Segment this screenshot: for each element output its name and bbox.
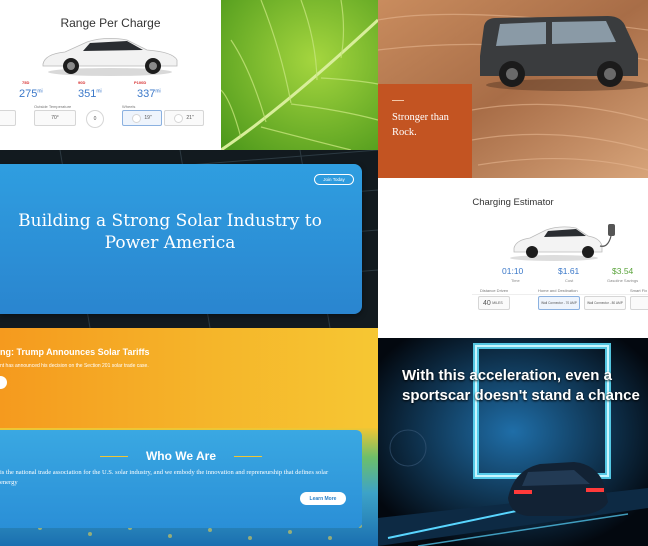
- model-90d-label: 90D: [78, 80, 86, 85]
- distance-input[interactable]: 40 MILES: [478, 296, 510, 310]
- connector-option-70[interactable]: Wall Connector - 70 AMP: [538, 296, 580, 310]
- white-sedan-image: [42, 38, 178, 76]
- home-destination-label: Home and Destination: [538, 288, 578, 293]
- carousel-dot[interactable]: [0, 376, 7, 389]
- wheels-label: Wheels: [122, 104, 136, 109]
- cost-label: Cost: [565, 278, 574, 283]
- model-p100d-label: P100D: [134, 80, 147, 85]
- learn-more-button[interactable]: Learn More: [300, 492, 346, 505]
- wheel-21-option[interactable]: 21": [164, 110, 204, 126]
- tagline-rule: [392, 100, 404, 101]
- tariff-subtext: nt has announced his decision on the Sec…: [0, 363, 149, 369]
- temperature-label: Outside Temperature: [34, 104, 72, 109]
- savings-label: Gasoline Savings: [607, 278, 639, 283]
- title-rule-right: [234, 456, 262, 457]
- divider: [472, 294, 648, 295]
- hero-headline: Building a Strong Solar Industry to Powe…: [18, 211, 322, 253]
- time-value: 01:10: [502, 266, 524, 276]
- wheel-19-option[interactable]: 19": [122, 110, 162, 126]
- distance-label: Distance Driven: [480, 288, 509, 293]
- wheel-icon: [174, 113, 184, 123]
- green-leaf-image: [221, 0, 378, 150]
- tagline-text: Stronger than Rock.: [392, 112, 449, 138]
- range-value-75d: 275mi: [19, 88, 43, 100]
- wheel-icon: [132, 113, 142, 123]
- acceleration-headline: With this acceleration, even a sportscar…: [402, 367, 640, 404]
- smart-fix-label: Smart Fix: [630, 288, 648, 293]
- range-title: Range Per Charge: [60, 16, 161, 30]
- speed-stepper[interactable]: [0, 110, 16, 126]
- who-we-are-card: Who We Are is the national trade associa…: [0, 430, 362, 528]
- join-today-button[interactable]: Join Today: [314, 174, 354, 185]
- suv-desert-panel: Stronger than Rock.: [378, 0, 648, 178]
- smart-fix-option[interactable]: [630, 296, 648, 310]
- tagline-box: Stronger than Rock.: [378, 84, 472, 178]
- time-label: Time: [511, 278, 520, 283]
- who-we-are-title: Who We Are: [145, 449, 216, 463]
- cost-value: $1.61: [558, 266, 580, 276]
- who-we-are-body: is the national trade association for th…: [0, 469, 329, 486]
- tariff-news-banner: ng: Trump Announces Solar Tariffs nt has…: [0, 328, 378, 428]
- range-per-charge-panel: Range Per Charge 75D 90D P100D 275mi 351…: [0, 0, 221, 150]
- climate-toggle[interactable]: 0: [86, 110, 104, 128]
- temperature-stepper[interactable]: 70°: [34, 110, 76, 126]
- range-value-90d: 351mi: [78, 88, 102, 100]
- model-75d-label: 75D: [22, 80, 30, 85]
- tariff-headline: ng: Trump Announces Solar Tariffs: [0, 347, 150, 357]
- savings-value: $3.54: [612, 266, 634, 276]
- connector-option-80[interactable]: Wall Connector - 80 AMP: [584, 296, 626, 310]
- car-charger-image: [510, 224, 615, 261]
- acceleration-panel: With this acceleration, even a sportscar…: [378, 338, 648, 546]
- charging-estimator-panel: Charging Estimator 01:10 Time $1.61 Cost…: [378, 178, 648, 338]
- range-value-p100d: 337mi: [137, 88, 161, 100]
- charging-title: Charging Estimator: [472, 197, 554, 208]
